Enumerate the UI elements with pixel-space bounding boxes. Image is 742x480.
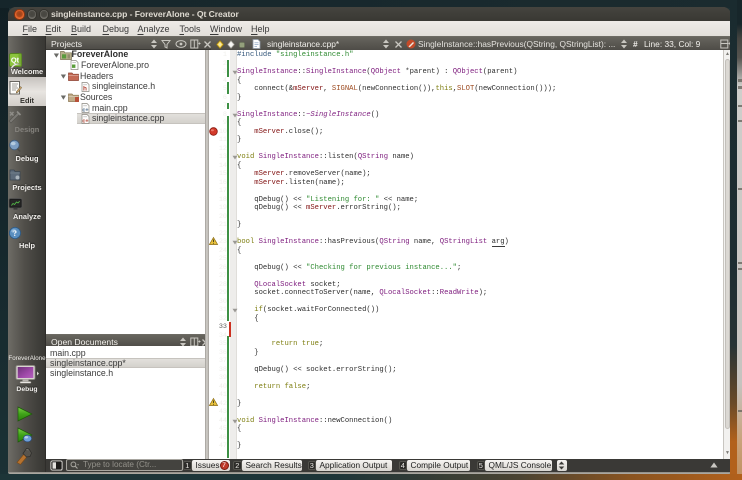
svg-text:?: ? bbox=[13, 229, 17, 238]
svg-text:c+: c+ bbox=[82, 118, 88, 124]
svg-text:Qt: Qt bbox=[11, 55, 20, 64]
